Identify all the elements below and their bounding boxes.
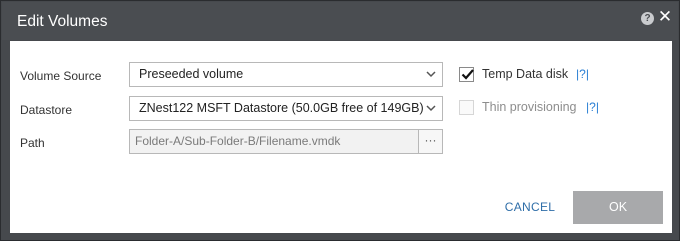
edit-volumes-dialog: Edit Volumes ? ✕ Volume Source Preseeded… xyxy=(0,0,680,241)
cancel-button[interactable]: CANCEL xyxy=(500,197,560,217)
thin-provisioning-label: Thin provisioning xyxy=(482,100,577,114)
datastore-label: Datastore xyxy=(20,103,73,117)
path-input[interactable]: Folder-A/Sub-Folder-B/Filename.vmdk xyxy=(129,129,419,154)
dialog-titlebar: Edit Volumes ? ✕ xyxy=(2,2,678,40)
close-icon[interactable]: ✕ xyxy=(657,8,673,26)
datastore-select[interactable]: ZNest122 MSFT Datastore (50.0GB free of … xyxy=(129,96,443,121)
path-value: Folder-A/Sub-Folder-B/Filename.vmdk xyxy=(135,134,341,148)
temp-data-disk-help-text: ? xyxy=(579,67,586,81)
thin-provisioning-checkbox xyxy=(459,100,474,115)
path-label: Path xyxy=(20,136,45,150)
browse-button[interactable]: ··· xyxy=(418,129,443,154)
volume-source-select[interactable]: Preseeded volume xyxy=(129,62,443,87)
volume-source-value: Preseeded volume xyxy=(139,67,244,81)
question-circle-icon[interactable]: ? xyxy=(641,12,654,25)
temp-data-disk-checkbox[interactable] xyxy=(459,67,474,82)
checkmark-icon xyxy=(461,69,474,80)
ok-button[interactable]: OK xyxy=(573,191,663,224)
temp-data-disk-label: Temp Data disk xyxy=(482,67,569,81)
thin-provisioning-help-link[interactable]: |?| xyxy=(586,100,599,114)
temp-data-disk-help-link[interactable]: |?| xyxy=(576,67,589,81)
volume-source-label: Volume Source xyxy=(20,69,102,83)
thin-provisioning-help-text: ? xyxy=(589,100,596,114)
dialog-body: Volume Source Preseeded volume Datastore… xyxy=(10,41,672,233)
datastore-value: ZNest122 MSFT Datastore (50.0GB free of … xyxy=(139,101,424,115)
chevron-down-icon xyxy=(426,71,436,78)
chevron-down-icon xyxy=(426,105,436,112)
dialog-title: Edit Volumes xyxy=(17,13,108,30)
